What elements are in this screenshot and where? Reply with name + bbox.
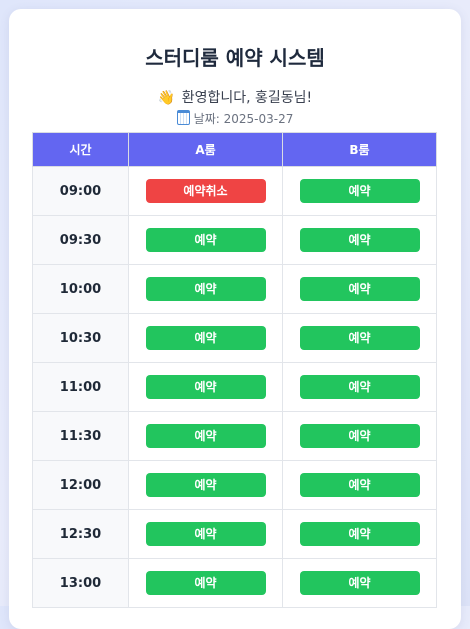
time-cell: 11:00: [32, 362, 129, 412]
room-a-cell: 예약: [128, 460, 283, 510]
calendar-icon: [176, 110, 190, 125]
table-row: 11:00 예약 예약: [32, 362, 437, 412]
reserve-button[interactable]: 예약: [299, 326, 420, 350]
room-a-cell: 예약: [128, 411, 283, 461]
time-cell: 11:30: [32, 411, 129, 461]
reserve-button[interactable]: 예약: [299, 473, 420, 497]
table-header-row: 시간 A룸 B룸: [32, 132, 437, 167]
table-row: 09:30 예약 예약: [32, 215, 437, 265]
cancel-reservation-button[interactable]: 예약취소: [145, 179, 266, 203]
room-a-cell: 예약: [128, 313, 283, 363]
reserve-button[interactable]: 예약: [145, 522, 266, 546]
room-a-cell: 예약: [128, 264, 283, 314]
table-row: 12:00 예약 예약: [32, 460, 437, 510]
reserve-button[interactable]: 예약: [145, 375, 266, 399]
table-row: 13:00 예약 예약: [32, 558, 437, 608]
room-a-cell: 예약: [128, 558, 283, 608]
table-row: 12:30 예약 예약: [32, 509, 437, 559]
reserve-button[interactable]: 예약: [299, 179, 420, 203]
waving-hand-icon: 👋: [157, 90, 176, 106]
room-a-cell: 예약: [128, 362, 283, 412]
room-b-cell: 예약: [282, 558, 437, 608]
reserve-button[interactable]: 예약: [299, 228, 420, 252]
column-header-time: 시간: [32, 132, 129, 167]
table-row: 10:00 예약 예약: [32, 264, 437, 314]
welcome-text: 환영합니다, 홍길동님!: [181, 90, 313, 106]
reserve-button[interactable]: 예약: [145, 326, 266, 350]
time-cell: 10:00: [32, 264, 129, 314]
time-cell: 09:00: [32, 166, 129, 216]
reserve-button[interactable]: 예약: [145, 228, 266, 252]
reserve-button[interactable]: 예약: [299, 424, 420, 448]
room-b-cell: 예약: [282, 264, 437, 314]
time-cell: 13:00: [32, 558, 129, 608]
date-text: 날짜: 2025-03-27: [193, 112, 294, 126]
room-b-cell: 예약: [282, 166, 437, 216]
time-cell: 12:00: [32, 460, 129, 510]
reserve-button[interactable]: 예약: [299, 277, 420, 301]
time-cell: 12:30: [32, 509, 129, 559]
reserve-button[interactable]: 예약: [145, 277, 266, 301]
date-line: 날짜: 2025-03-27: [9, 110, 461, 127]
reserve-button[interactable]: 예약: [299, 375, 420, 399]
reserve-button[interactable]: 예약: [299, 571, 420, 595]
table-row: 10:30 예약 예약: [32, 313, 437, 363]
room-b-cell: 예약: [282, 215, 437, 265]
column-header-room-a: A룸: [128, 132, 283, 167]
room-a-cell: 예약취소: [128, 166, 283, 216]
room-b-cell: 예약: [282, 411, 437, 461]
room-b-cell: 예약: [282, 313, 437, 363]
room-a-cell: 예약: [128, 215, 283, 265]
reserve-button[interactable]: 예약: [145, 571, 266, 595]
welcome-message: 👋 환영합니다, 홍길동님!: [9, 87, 461, 107]
table-row: 11:30 예약 예약: [32, 411, 437, 461]
room-b-cell: 예약: [282, 460, 437, 510]
time-cell: 09:30: [32, 215, 129, 265]
room-b-cell: 예약: [282, 362, 437, 412]
time-cell: 10:30: [32, 313, 129, 363]
reserve-button[interactable]: 예약: [299, 522, 420, 546]
table-row: 09:00 예약취소 예약: [32, 166, 437, 216]
column-header-room-b: B룸: [282, 132, 437, 167]
room-a-cell: 예약: [128, 509, 283, 559]
page-title: 스터디룸 예약 시스템: [145, 46, 325, 70]
reserve-button[interactable]: 예약: [145, 473, 266, 497]
reserve-button[interactable]: 예약: [145, 424, 266, 448]
reservation-table: 시간 A룸 B룸 09:00 예약취소 예약 09:30 예약 예약 10:00…: [32, 132, 437, 608]
room-b-cell: 예약: [282, 509, 437, 559]
